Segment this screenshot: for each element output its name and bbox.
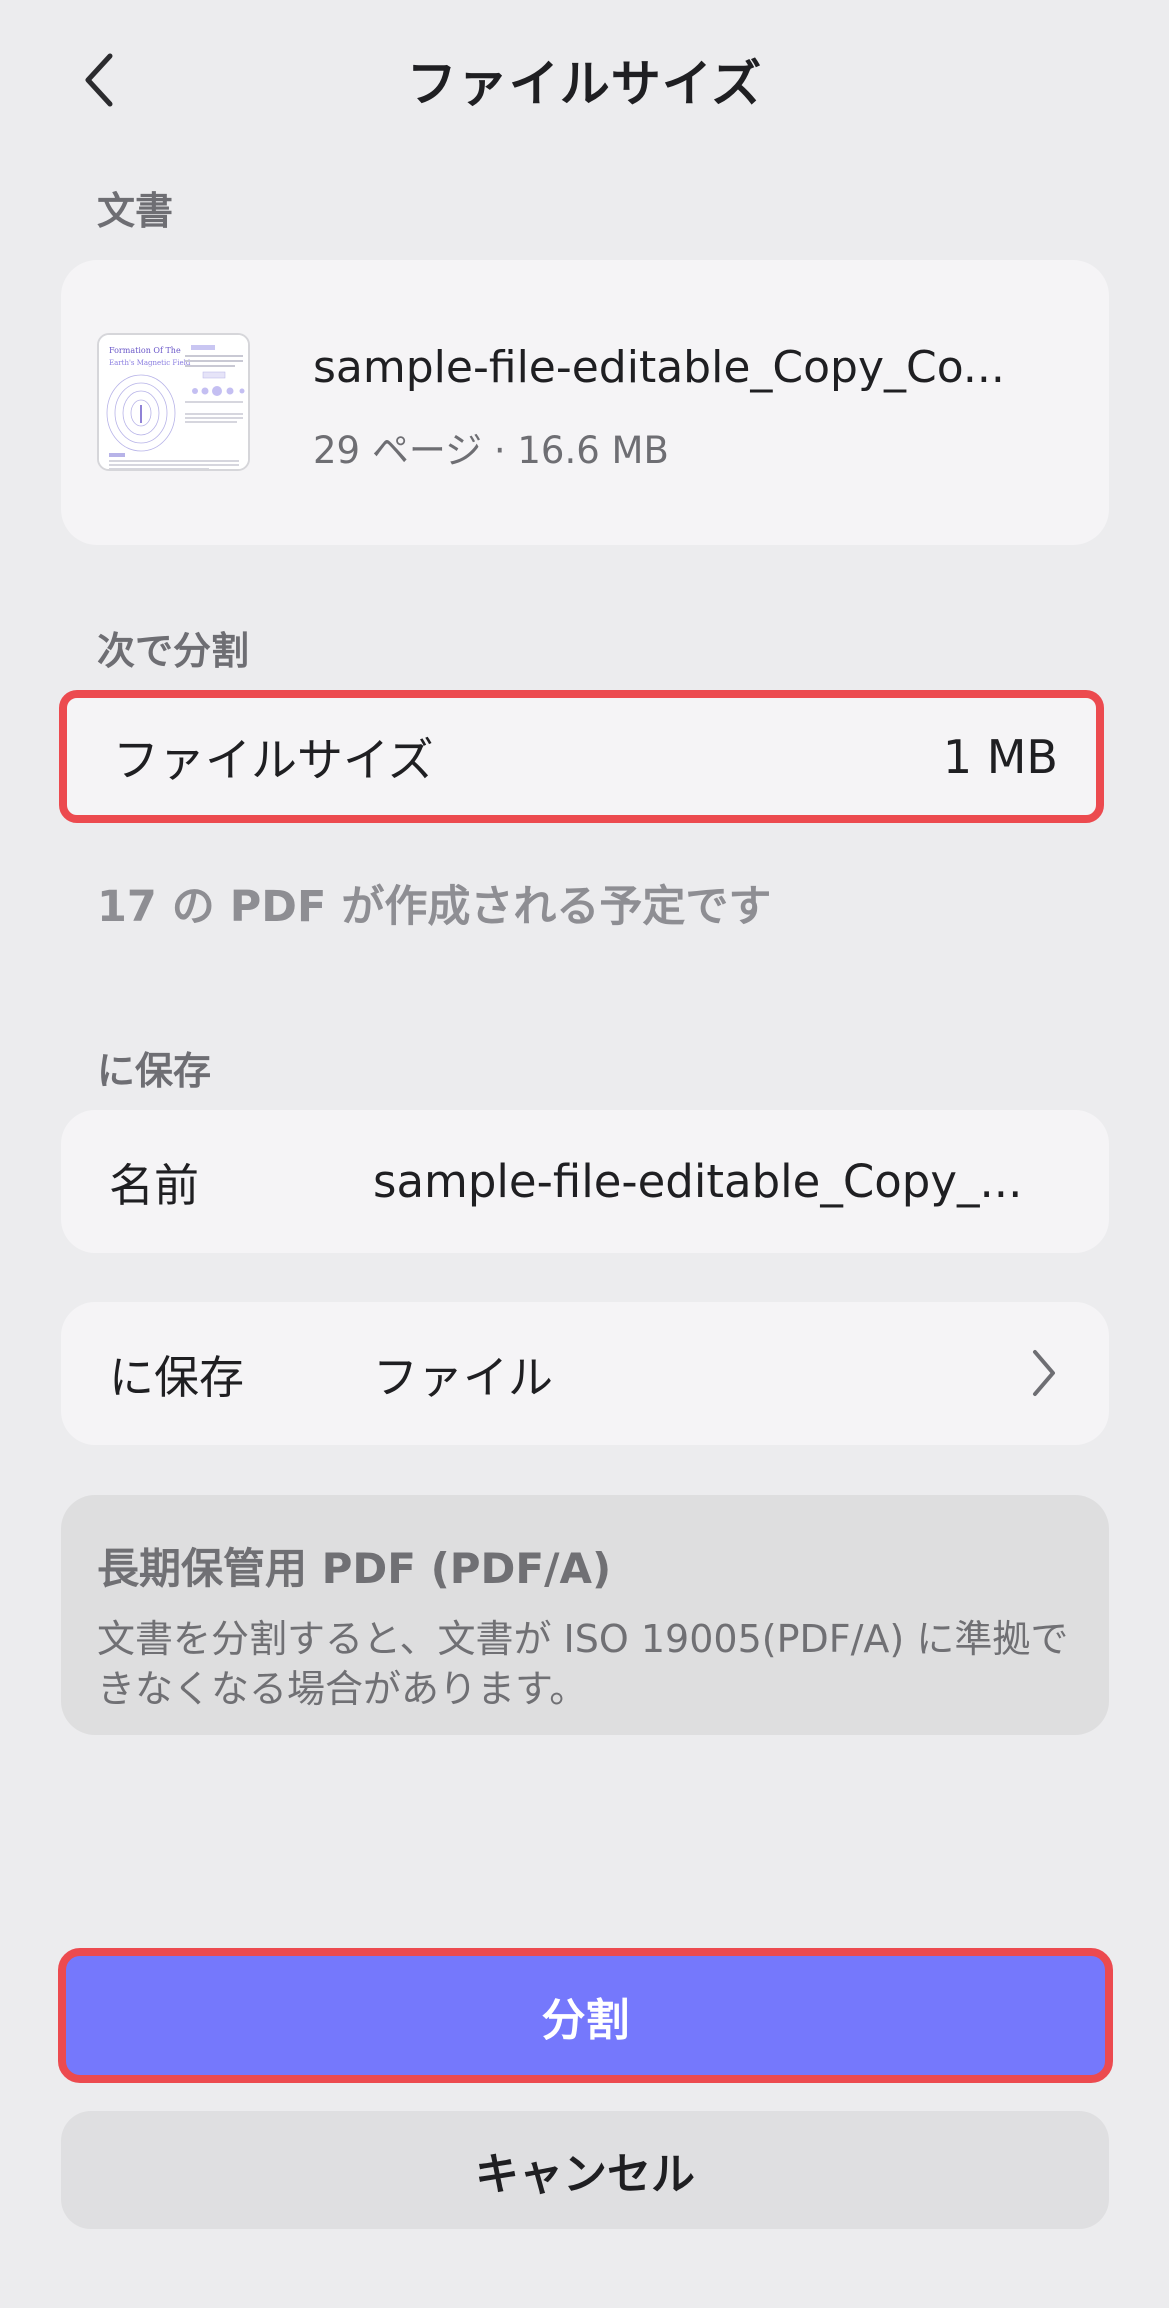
cancel-button[interactable]: キャンセル xyxy=(61,2111,1109,2229)
name-field-value[interactable]: sample-file-editable_Copy_... xyxy=(373,1155,1073,1208)
thumb-title-line1: Formation Of The xyxy=(109,346,181,355)
pdfa-info-box: 長期保管用 PDF (PDF/A) 文書を分割すると、文書が ISO 19005… xyxy=(61,1495,1109,1735)
pdfa-info-title: 長期保管用 PDF (PDF/A) xyxy=(97,1544,612,1593)
save-location-label: に保存 xyxy=(109,1351,245,1404)
save-location-value: ファイル xyxy=(373,1351,554,1404)
pdfa-info-text: 文書を分割すると、文書が ISO 19005(PDF/A) に準拠できなくなる場… xyxy=(97,1617,1069,1711)
header: ファイルサイズ xyxy=(0,0,1169,150)
thumb-title-line2: Earth's Magnetic Field xyxy=(109,359,191,367)
document-file-name: sample-file-editable_Copy_Co... xyxy=(313,342,1005,393)
split-button[interactable]: 分割 xyxy=(58,1948,1113,2083)
thumbnail-preview: Formation Of The Earth's Magnetic Field xyxy=(99,335,248,469)
document-thumbnail: Formation Of The Earth's Magnetic Field xyxy=(97,333,250,471)
split-section-label: 次で分割 xyxy=(97,629,250,673)
name-field-row[interactable]: 名前 sample-file-editable_Copy_... xyxy=(61,1110,1109,1253)
page-title: ファイルサイズ xyxy=(406,55,763,113)
pdf-count-note: 17 の PDF が作成される予定です xyxy=(97,882,772,932)
document-meta: 29 ページ · 16.6 MB xyxy=(313,429,669,472)
document-card: Formation Of The Earth's Magnetic Field xyxy=(61,260,1109,545)
save-section-label: に保存 xyxy=(97,1049,212,1093)
split-settings-screen: ファイルサイズ 文書 Formation Of The Earth's Magn… xyxy=(0,0,1169,2308)
save-location-row[interactable]: に保存 ファイル xyxy=(61,1302,1109,1445)
cancel-button-label: キャンセル xyxy=(475,2149,695,2200)
split-option-label: ファイルサイズ xyxy=(113,732,434,787)
name-field-label: 名前 xyxy=(109,1159,200,1212)
split-button-label: 分割 xyxy=(541,1994,630,2046)
document-section-label: 文書 xyxy=(97,189,174,233)
split-by-option-row[interactable]: ファイルサイズ 1 MB xyxy=(59,690,1104,823)
split-option-value: 1 MB xyxy=(942,729,1058,784)
chevron-right-icon xyxy=(1019,1348,1069,1398)
